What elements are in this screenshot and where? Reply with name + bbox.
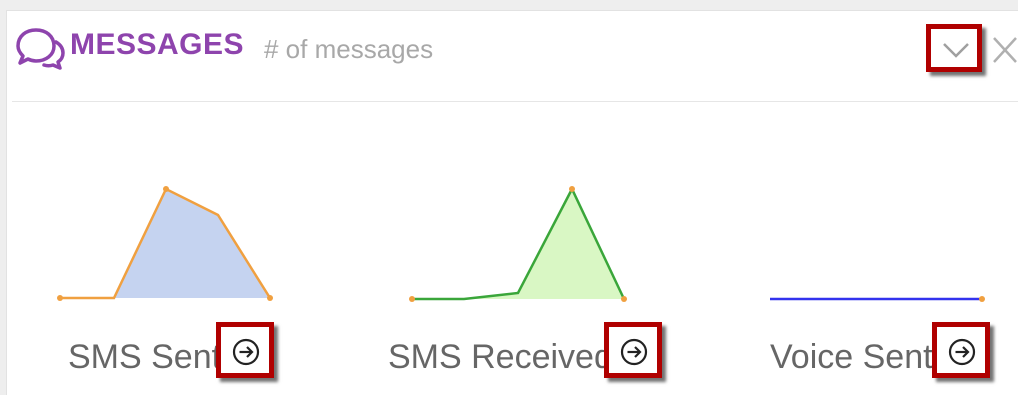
sms-received-details-button[interactable] bbox=[604, 322, 662, 378]
chat-bubbles-icon bbox=[16, 28, 65, 70]
arrow-circle-right-icon bbox=[948, 338, 976, 366]
close-icon[interactable] bbox=[990, 34, 1018, 64]
collapse-button[interactable] bbox=[926, 24, 982, 72]
voice-sent-details-button[interactable] bbox=[932, 322, 990, 378]
panel-title: MESSAGES bbox=[70, 28, 245, 61]
metric-label-sms-received: SMS Received bbox=[388, 338, 613, 376]
header-divider bbox=[12, 101, 1018, 102]
sparkline-voice-sent bbox=[770, 296, 985, 302]
metric-label-sms-sent: SMS Sent bbox=[68, 338, 222, 376]
sms-sent-details-button[interactable] bbox=[216, 322, 274, 378]
sparkline-sms-sent bbox=[57, 186, 273, 301]
panel-subtitle: # of messages bbox=[264, 34, 434, 64]
arrow-circle-right-icon bbox=[620, 338, 648, 366]
chevron-down-icon bbox=[943, 43, 969, 58]
metric-label-voice-sent: Voice Sent bbox=[770, 338, 933, 376]
sparkline-sms-received bbox=[409, 186, 627, 302]
arrow-circle-right-icon bbox=[232, 338, 260, 366]
